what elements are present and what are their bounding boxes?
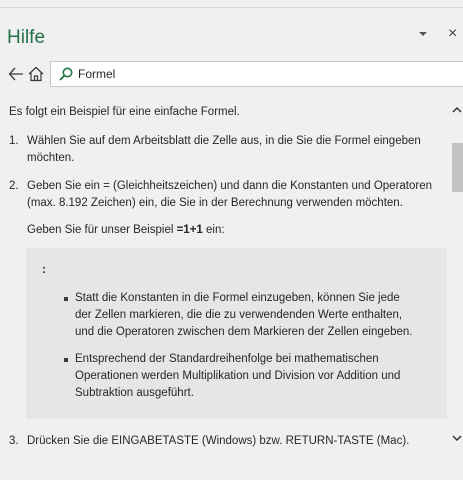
tip-bullet-1-line-1: Statt die Konstanten in die Formel einzu… (75, 292, 400, 304)
bullet-icon (64, 297, 68, 301)
search-icon (58, 66, 74, 82)
scroll-up-chevron-icon[interactable] (451, 103, 463, 115)
example-formula: =1+1 (176, 224, 203, 236)
step-2-number: 2. (9, 180, 19, 192)
help-pane: Hilfe × Es folgt ein Beispiel für eine e… (0, 0, 463, 480)
example-suffix: ein: (202, 224, 225, 236)
example-prefix: Geben Sie für unser Beispiel (27, 224, 177, 236)
tip-bullet-1-line-2: der Zellen markieren, die die zu verwend… (75, 309, 403, 321)
tip-bullet-2-line-2: Operationen werden Multiplikation und Di… (75, 370, 401, 382)
pane-options-chevron-icon[interactable] (416, 27, 430, 41)
step-1-number: 1. (9, 135, 19, 147)
step-3-number: 3. (9, 435, 19, 447)
tip-label: : (42, 264, 46, 276)
tip-bullet-2-line-3: Subtraktion ausgeführt. (75, 387, 194, 399)
tip-bullet-1-line-3: und die Operatoren zwischen dem Markiere… (75, 326, 413, 338)
search-field[interactable] (50, 61, 463, 87)
step-2-line-2: (max. 8.192 Zeichen) ein, die Sie in der… (27, 197, 403, 209)
close-icon[interactable]: × (448, 26, 462, 42)
bullet-icon (64, 358, 68, 362)
pane-title: Hilfe (7, 27, 46, 48)
arrow-left-icon[interactable] (7, 64, 25, 84)
step-2-line-1: Geben Sie ein = (Gleichheitszeichen) und… (27, 180, 433, 192)
step-1-line-2: möchten. (27, 152, 75, 164)
article-content: Es folgt ein Beispiel für eine einfache … (0, 96, 448, 480)
tip-box: : Statt die Konstanten in die Formel ein… (26, 248, 447, 419)
scrollbar-thumb[interactable] (452, 143, 463, 192)
tip-bullet-2-line-1: Entsprechend der Standardreihenfolge bei… (75, 353, 379, 365)
scroll-down-chevron-icon[interactable] (451, 431, 463, 443)
home-icon[interactable] (27, 64, 45, 84)
top-divider (0, 7, 463, 8)
intro-text: Es folgt ein Beispiel für eine einfache … (9, 106, 240, 118)
search-input[interactable] (78, 64, 458, 84)
step-3-text: Drücken Sie die EINGABETASTE (Windows) b… (27, 435, 410, 447)
step-1-line-1: Wählen Sie auf dem Arbeitsblatt die Zell… (27, 135, 421, 147)
example-text: Geben Sie für unser Beispiel =1+1 ein: (27, 222, 225, 239)
